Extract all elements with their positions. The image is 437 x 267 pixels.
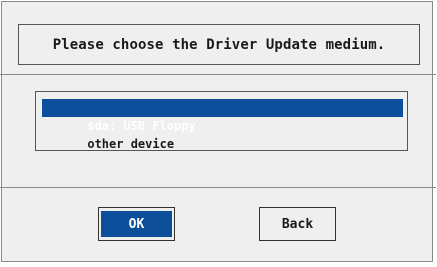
divider: [0, 187, 436, 188]
ok-button-focus: OK: [101, 211, 172, 237]
driver-update-dialog: Please choose the Driver Update medium. …: [1, 1, 433, 262]
device-item-other-device[interactable]: other device: [42, 117, 403, 151]
device-item-sda-usb-floppy[interactable]: sda: USB Floppy: [42, 99, 403, 133]
device-list[interactable]: sda: USB Floppy other device: [35, 91, 408, 151]
back-button[interactable]: Back: [259, 207, 336, 241]
ok-button-label: OK: [128, 216, 145, 232]
divider: [0, 74, 436, 75]
prompt-box: Please choose the Driver Update medium.: [18, 24, 420, 65]
ok-button[interactable]: OK: [98, 207, 175, 241]
device-item-label: other device: [87, 137, 175, 151]
prompt-text: Please choose the Driver Update medium.: [52, 36, 386, 53]
back-button-label: Back: [281, 216, 314, 232]
